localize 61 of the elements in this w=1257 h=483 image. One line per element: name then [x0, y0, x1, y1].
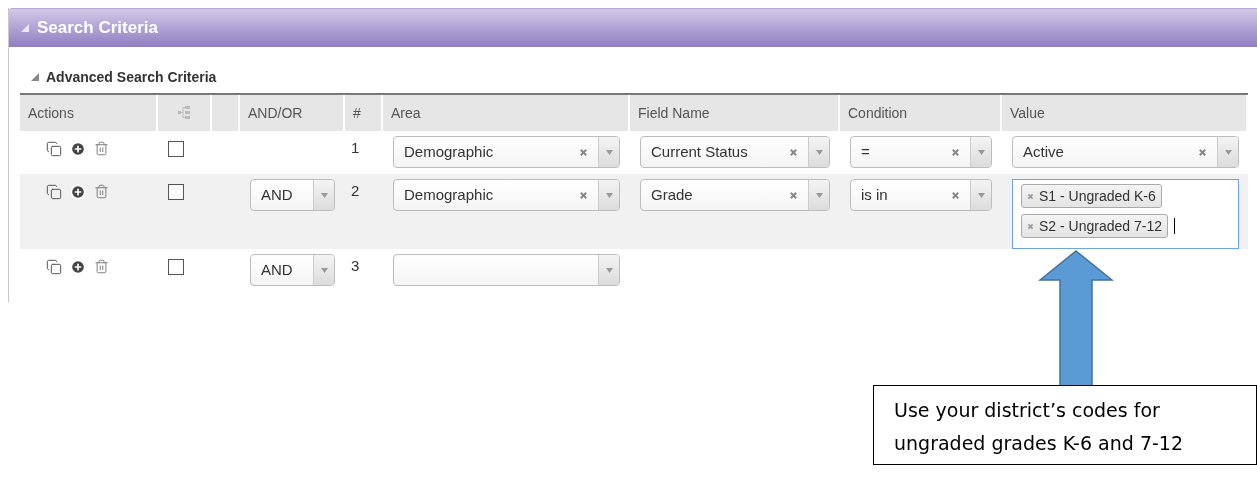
add-icon[interactable] — [70, 184, 86, 200]
dropdown-field[interactable]: Active — [1012, 136, 1239, 168]
caret-icon — [320, 192, 328, 198]
copy-icon[interactable] — [46, 184, 62, 200]
copy-icon[interactable] — [46, 141, 62, 157]
add-icon[interactable] — [70, 259, 86, 275]
collapse-icon[interactable] — [31, 73, 39, 81]
hierarchy-icon — [178, 106, 190, 120]
multi-select-field[interactable]: S1 - Ungraded K-6 S2 - Ungraded 7-12 — [1012, 179, 1239, 249]
dropdown-field[interactable]: Demographic — [393, 136, 620, 168]
dropdown-field[interactable]: Current Status — [640, 136, 830, 168]
row-checkbox[interactable] — [168, 259, 184, 275]
section-title: Advanced Search Criteria — [46, 69, 217, 85]
dropdown-field[interactable] — [393, 254, 620, 286]
caret-icon — [605, 192, 613, 198]
dropdown-field[interactable]: Demographic — [393, 179, 620, 211]
dropdown-field[interactable]: is in — [850, 179, 992, 211]
dropdown-field[interactable]: AND — [250, 179, 335, 211]
clear-icon[interactable] — [579, 147, 588, 157]
column-header: Field Name — [638, 105, 710, 121]
caret-icon — [605, 267, 613, 273]
dropdown-field[interactable]: = — [850, 136, 992, 168]
clear-icon[interactable] — [951, 190, 960, 200]
callout-text: Use your district’s codes for ungraded grades K-6 and 7-12 — [873, 385, 1257, 465]
value-tag: S2 - Ungraded 7-12 — [1021, 214, 1168, 238]
clear-icon[interactable] — [789, 190, 798, 200]
dropdown-field[interactable]: AND — [250, 254, 335, 286]
add-icon[interactable] — [70, 141, 86, 157]
caret-icon — [977, 192, 985, 198]
collapse-icon[interactable] — [21, 24, 29, 32]
row-number: 2 — [351, 181, 360, 199]
caret-icon — [605, 149, 613, 155]
caret-icon — [320, 267, 328, 273]
caret-icon — [1224, 149, 1232, 155]
caret-icon — [815, 149, 823, 155]
column-header: Area — [391, 105, 421, 121]
row-number: 1 — [351, 138, 360, 156]
column-header: Condition — [848, 105, 908, 121]
clear-icon[interactable] — [1198, 147, 1207, 157]
column-header: AND/OR — [248, 105, 303, 121]
clear-icon[interactable] — [579, 190, 588, 200]
clear-icon[interactable] — [1027, 192, 1034, 200]
caret-icon — [815, 192, 823, 198]
panel-title: Search Criteria — [37, 18, 158, 38]
row-number: 3 — [351, 256, 360, 274]
delete-icon[interactable] — [94, 141, 109, 156]
clear-icon[interactable] — [1027, 222, 1034, 230]
delete-icon[interactable] — [94, 259, 109, 274]
clear-icon[interactable] — [789, 147, 798, 157]
copy-icon[interactable] — [46, 259, 62, 275]
caret-icon — [977, 149, 985, 155]
clear-icon[interactable] — [951, 147, 960, 157]
row-checkbox[interactable] — [168, 184, 184, 200]
row-checkbox[interactable] — [168, 141, 184, 157]
column-header: Value — [1010, 105, 1045, 121]
value-tag: S1 - Ungraded K-6 — [1021, 184, 1162, 208]
column-header: # — [353, 105, 361, 121]
dropdown-field[interactable]: Grade — [640, 179, 830, 211]
delete-icon[interactable] — [94, 184, 109, 199]
text-cursor — [1173, 218, 1175, 234]
column-header: Actions — [28, 105, 74, 121]
